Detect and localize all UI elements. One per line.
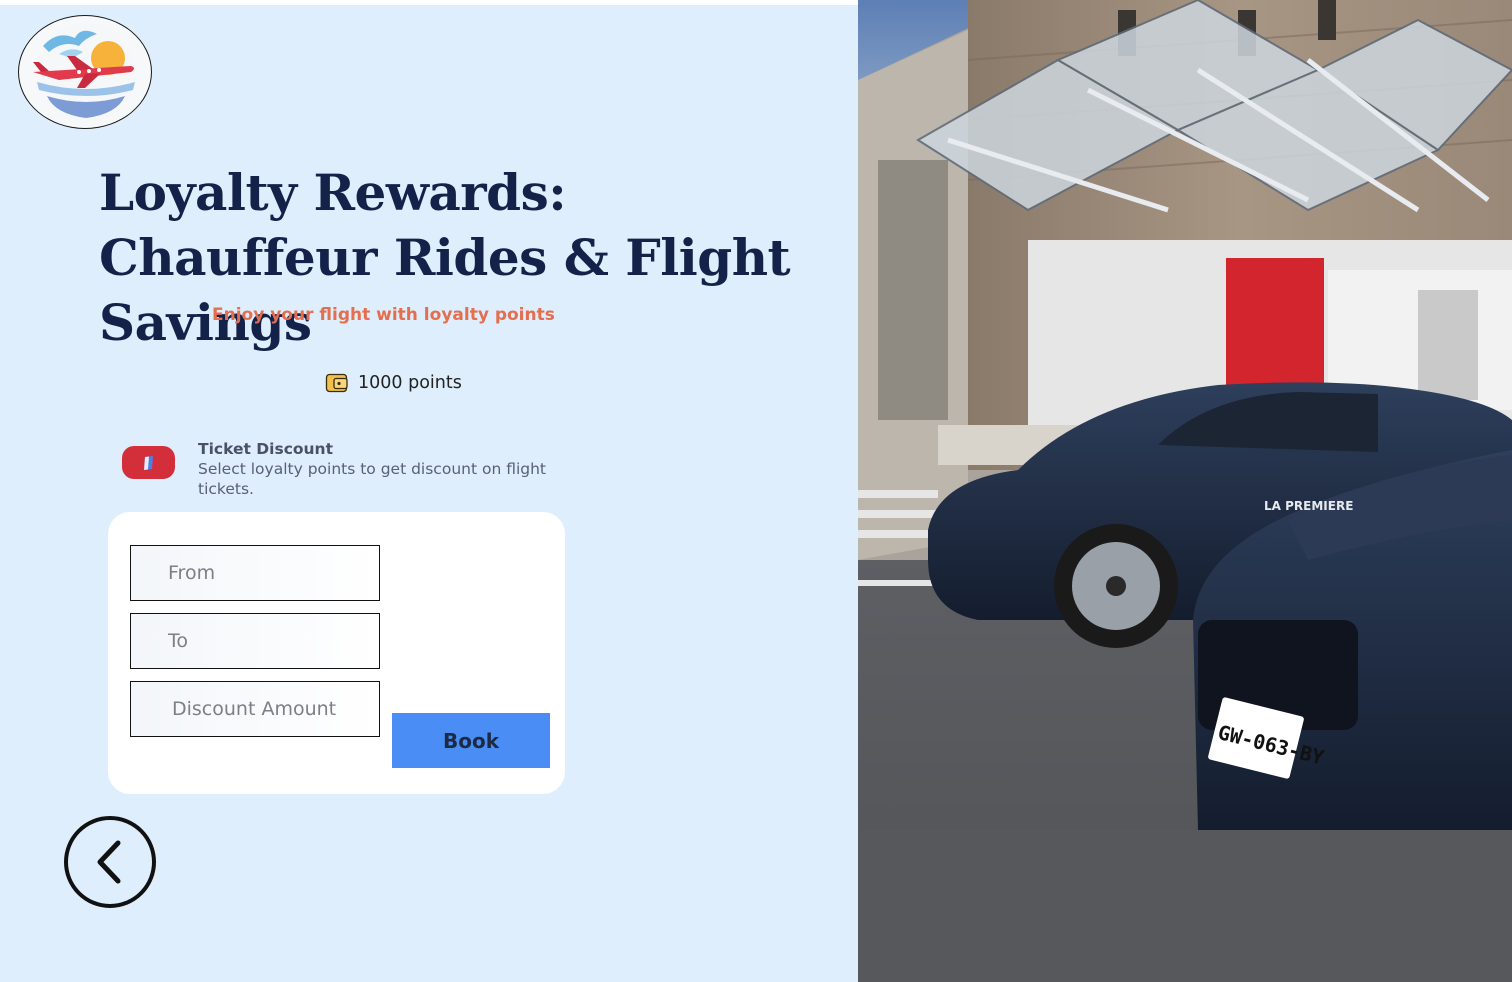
booking-form-card: From To Discount Amount Book [108, 512, 565, 794]
to-placeholder: To [168, 630, 189, 652]
page-subtitle: Enjoy your flight with loyalty points [212, 305, 555, 325]
discount-amount-placeholder: Discount Amount [172, 698, 337, 720]
page-title: Loyalty Rewards: Chauffeur Rides & Fligh… [99, 163, 791, 352]
points-balance: 1000 points [325, 371, 462, 395]
ticket-discount-description: Select loyalty points to get discount on… [198, 460, 547, 498]
chevron-left-icon [97, 840, 121, 884]
ticket-discount-text: Ticket Discount Select loyalty points to… [198, 440, 578, 499]
book-button[interactable]: Book [392, 713, 550, 768]
chauffeur-cars-photo: GW-063-BY LA PREMIERE [858, 0, 1512, 982]
to-input[interactable]: To [130, 613, 380, 669]
back-button[interactable] [64, 816, 156, 908]
points-label: 1000 points [358, 373, 462, 393]
car-sign-text: LA PREMIERE [1264, 499, 1353, 513]
chauffeur-cars-image: GW-063-BY LA PREMIERE [858, 0, 1512, 982]
ticket-icon [122, 446, 175, 479]
airline-logo [18, 15, 152, 129]
wallet-icon [325, 371, 349, 395]
discount-amount-input[interactable]: Discount Amount [130, 681, 380, 737]
from-placeholder: From [168, 562, 216, 584]
from-input[interactable]: From [130, 545, 380, 601]
airplane-logo-icon [33, 23, 136, 123]
ticket-discount-title: Ticket Discount [198, 440, 334, 458]
